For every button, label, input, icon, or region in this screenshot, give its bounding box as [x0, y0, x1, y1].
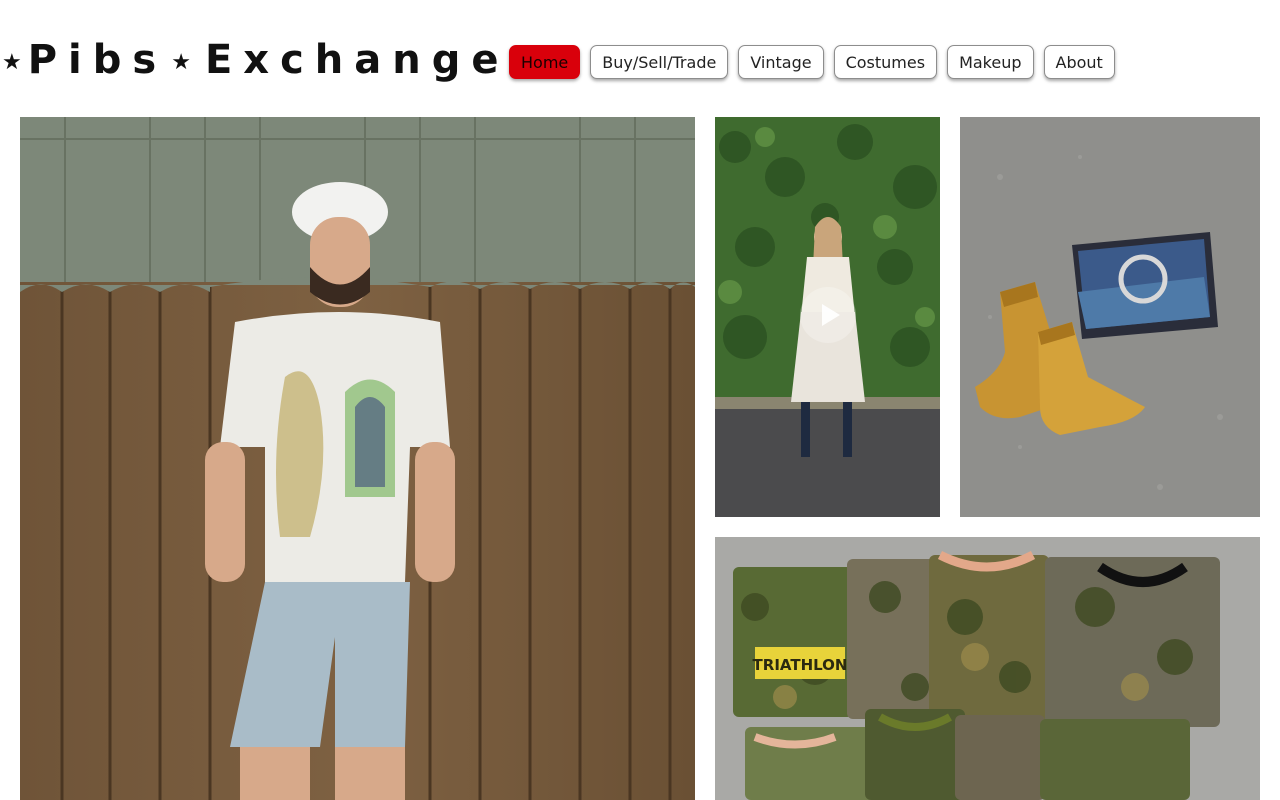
gallery-video-ivy-wall[interactable] [715, 117, 940, 517]
camo-shirts-image: TRIATHLON [715, 537, 1260, 800]
main-nav: Home Buy/Sell/Trade Vintage Costumes Mak… [509, 45, 1115, 79]
triathlon-text: TRIATHLON [753, 656, 848, 674]
site-logo[interactable]: ★ Pibs ★ Exchange ★ [2, 28, 533, 92]
nav-vintage[interactable]: Vintage [738, 45, 824, 79]
logo-star-icon: ★ [171, 49, 191, 75]
nav-about[interactable]: About [1043, 45, 1115, 79]
logo-word-pibs: Pibs [27, 37, 168, 83]
man-fence-image [20, 117, 695, 800]
logo-star-icon: ★ [2, 49, 22, 75]
gallery-photo-man-fence[interactable] [20, 117, 695, 800]
nav-costumes[interactable]: Costumes [833, 45, 938, 79]
nav-buy-sell-trade[interactable]: Buy/Sell/Trade [590, 45, 729, 79]
cowboy-boots-image [960, 117, 1260, 517]
nav-makeup[interactable]: Makeup [947, 45, 1034, 79]
gallery-photo-camo-shirts[interactable]: TRIATHLON [715, 537, 1260, 800]
logo-word-exchange: Exchange [204, 37, 510, 83]
nav-home[interactable]: Home [509, 45, 581, 79]
gallery-photo-cowboy-boots[interactable] [960, 117, 1260, 517]
play-icon[interactable] [800, 287, 856, 343]
